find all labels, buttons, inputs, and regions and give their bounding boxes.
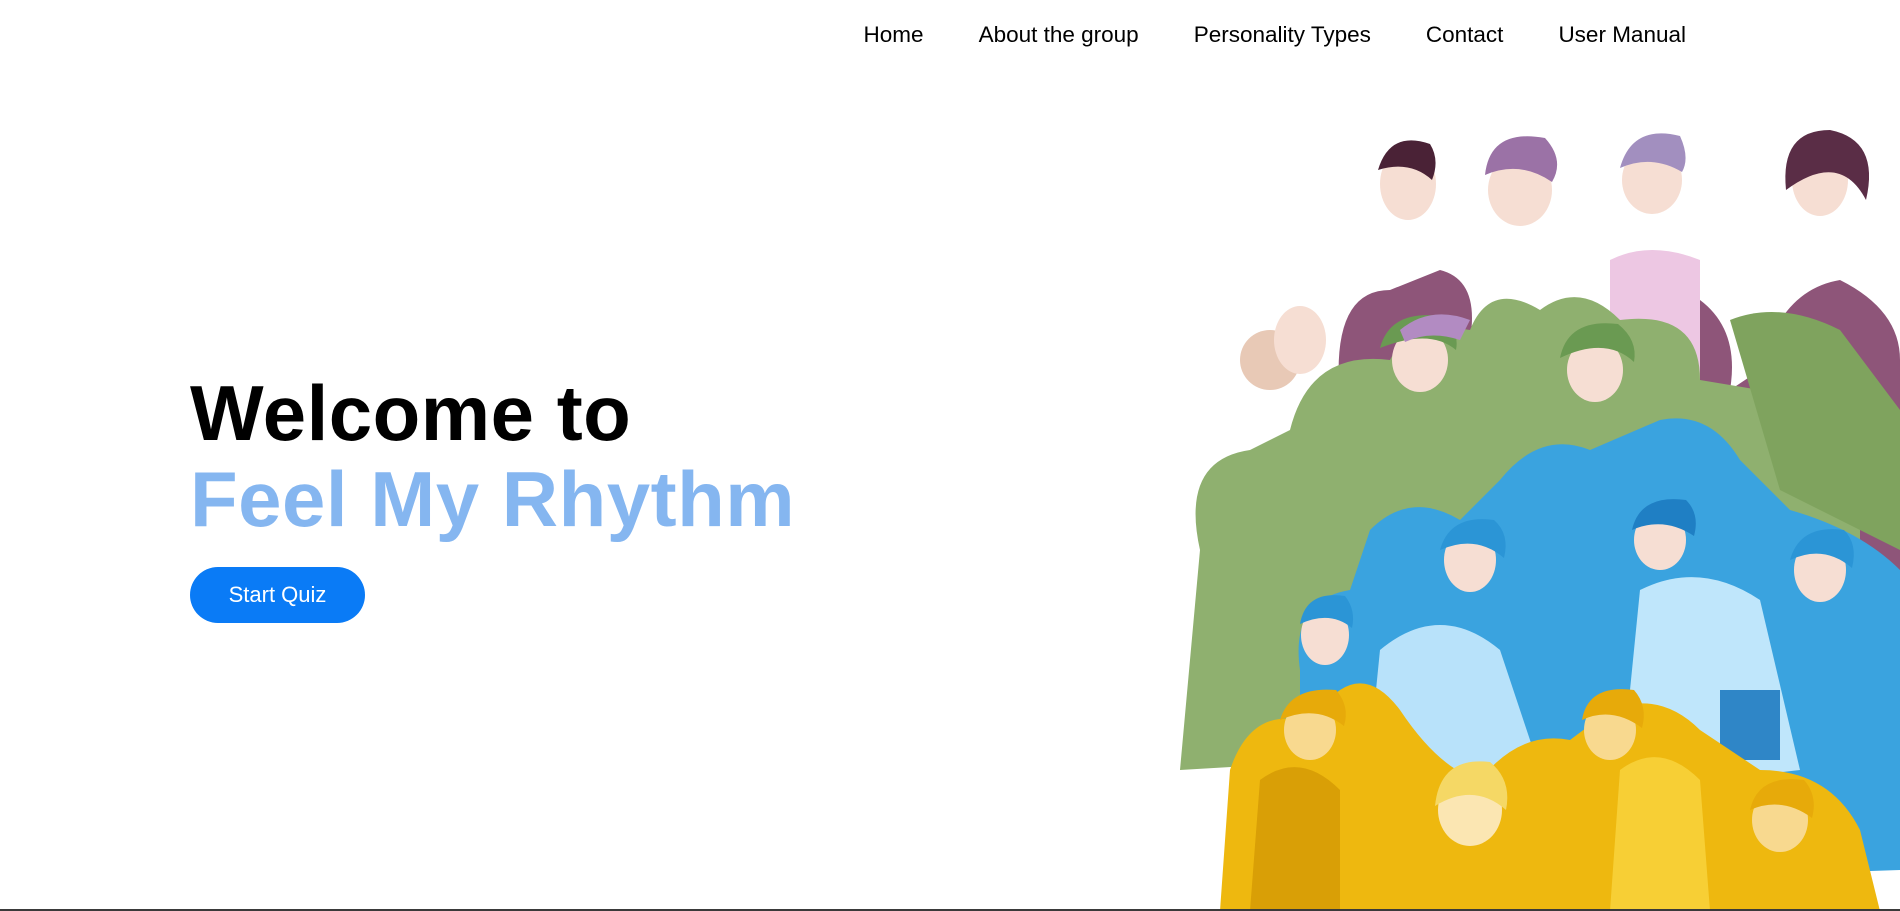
- nav-item-home: Home: [864, 22, 924, 48]
- nav-link-user-manual[interactable]: User Manual: [1558, 22, 1686, 47]
- nav-item-manual: User Manual: [1558, 22, 1686, 48]
- character-group-illustration: [1180, 130, 1900, 911]
- nav-item-contact: Contact: [1426, 22, 1504, 48]
- nav-link-contact[interactable]: Contact: [1426, 22, 1504, 47]
- hero-section: Welcome to Feel My Rhythm Start Quiz: [190, 370, 795, 623]
- hero-site-title: Feel My Rhythm: [190, 455, 796, 543]
- nav-item-personality: Personality Types: [1194, 22, 1371, 48]
- start-quiz-button[interactable]: Start Quiz: [190, 567, 365, 623]
- nav-menu: Home About the group Personality Types C…: [864, 22, 1686, 48]
- hero-illustration: [1140, 130, 1900, 911]
- nav-link-home[interactable]: Home: [864, 22, 924, 47]
- nav-link-personality-types[interactable]: Personality Types: [1194, 22, 1371, 47]
- nav-link-about-the-group[interactable]: About the group: [979, 22, 1139, 47]
- top-navbar: Home About the group Personality Types C…: [0, 0, 1900, 72]
- nav-item-about: About the group: [979, 22, 1139, 48]
- hero-welcome-heading: Welcome to: [190, 369, 632, 457]
